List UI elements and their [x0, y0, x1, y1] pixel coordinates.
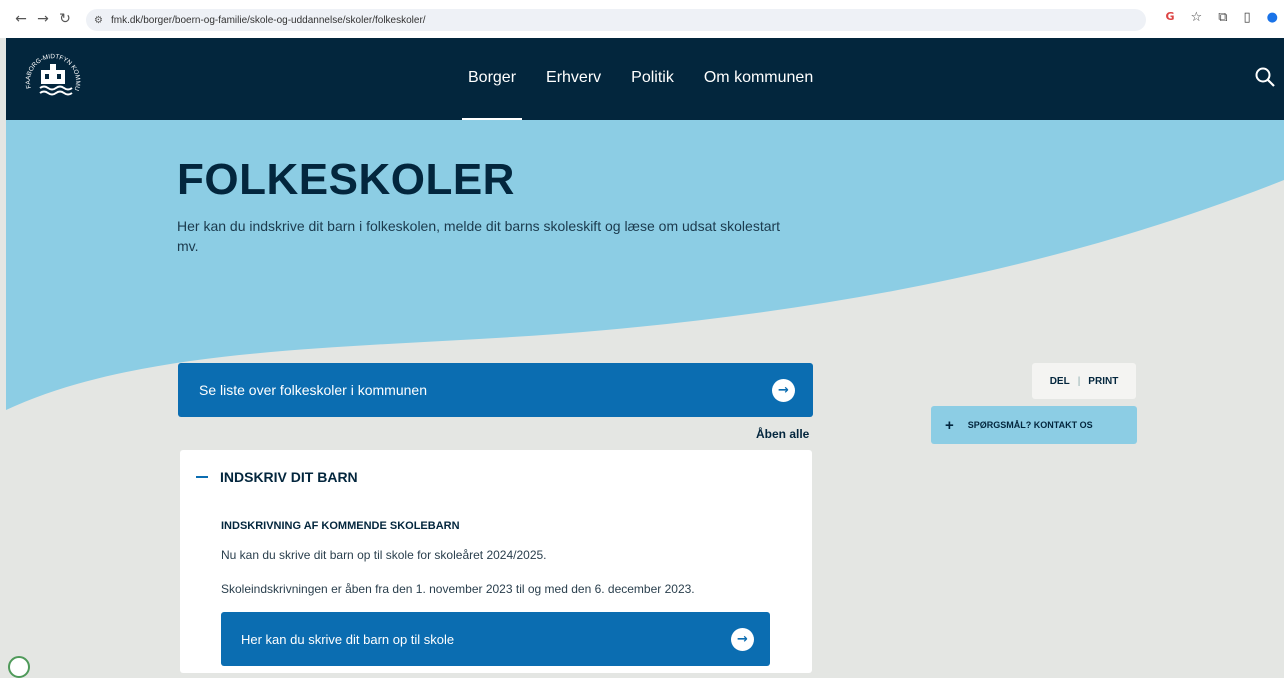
site-info-icon[interactable]: ⚙	[94, 15, 103, 26]
site-header: FAABORG-MIDTFYN KOMMUNE Borger Erhverv P…	[6, 38, 1284, 121]
school-list-link-label: Se liste over folkeskoler i kommunen	[199, 382, 427, 398]
search-icon[interactable]	[1254, 66, 1276, 88]
enroll-button-label: Her kan du skrive dit barn op til skole	[241, 631, 455, 647]
accordion-title: INDSKRIV DIT BARN	[220, 469, 358, 485]
plus-icon: +	[945, 416, 954, 434]
back-icon[interactable]: ←	[10, 11, 32, 27]
address-bar[interactable]: ⚙ fmk.dk/borger/boern-og-familie/skole-o…	[86, 9, 1146, 31]
nav-erhverv[interactable]: Erhverv	[546, 69, 601, 87]
nav-politik[interactable]: Politik	[631, 69, 674, 87]
accordion-header[interactable]: INDSKRIV DIT BARN	[196, 469, 358, 485]
page-lead: Her kan du indskrive dit barn i folkesko…	[177, 218, 781, 254]
enroll-button[interactable]: Her kan du skrive dit barn op til skole …	[221, 612, 770, 666]
url-text: fmk.dk/borger/boern-og-familie/skole-og-…	[110, 14, 426, 26]
arrow-right-icon: →	[731, 628, 754, 651]
print-button[interactable]: PRINT	[1088, 376, 1118, 387]
school-list-link[interactable]: Se liste over folkeskoler i kommunen →	[178, 363, 813, 417]
nav-borger[interactable]: Borger	[461, 69, 523, 121]
nav-om-kommunen[interactable]: Om kommunen	[704, 69, 813, 87]
enroll-info-text: Nu kan du skrive dit barn op til skole f…	[221, 548, 547, 562]
collapse-icon	[196, 476, 208, 478]
browser-toolbar: ← → ↻ ⚙ fmk.dk/borger/boern-og-familie/s…	[0, 0, 1284, 38]
accordion-enroll: INDSKRIV DIT BARN INDSKRIVNING AF KOMMEN…	[180, 450, 812, 673]
main-navigation: Borger Erhverv Politik Om kommunen	[461, 69, 813, 121]
profile-icon[interactable]: ●	[1267, 10, 1278, 25]
google-icon[interactable]: G	[1166, 10, 1175, 25]
contact-button[interactable]: + SPØRGSMÅL? KONTAKT OS	[931, 406, 1137, 444]
extensions-icon[interactable]: ⧉	[1218, 10, 1227, 25]
forward-icon[interactable]: →	[32, 11, 54, 27]
star-icon[interactable]: ☆	[1191, 10, 1203, 25]
share-button[interactable]: DEL	[1050, 376, 1070, 387]
enroll-period-text: Skoleindskrivningen er åben fra den 1. n…	[221, 582, 695, 596]
sidebar-icon[interactable]: ▯	[1244, 10, 1251, 25]
reload-icon[interactable]: ↻	[54, 11, 76, 27]
open-all-button[interactable]: Åben alle	[756, 427, 809, 441]
cookie-settings-icon[interactable]	[8, 656, 30, 678]
browser-actions: G ☆ ⧉ ▯ ●	[1166, 10, 1278, 25]
municipality-logo[interactable]: FAABORG-MIDTFYN KOMMUNE	[22, 48, 84, 110]
separator: |	[1077, 375, 1081, 387]
share-print-box: DEL | PRINT	[1032, 363, 1136, 399]
arrow-right-icon: →	[772, 379, 795, 402]
section-subtitle: INDSKRIVNING AF KOMMENDE SKOLEBARN	[221, 520, 460, 532]
page-title: FOLKESKOLER	[177, 155, 515, 204]
contact-button-label: SPØRGSMÅL? KONTAKT OS	[967, 420, 1093, 430]
